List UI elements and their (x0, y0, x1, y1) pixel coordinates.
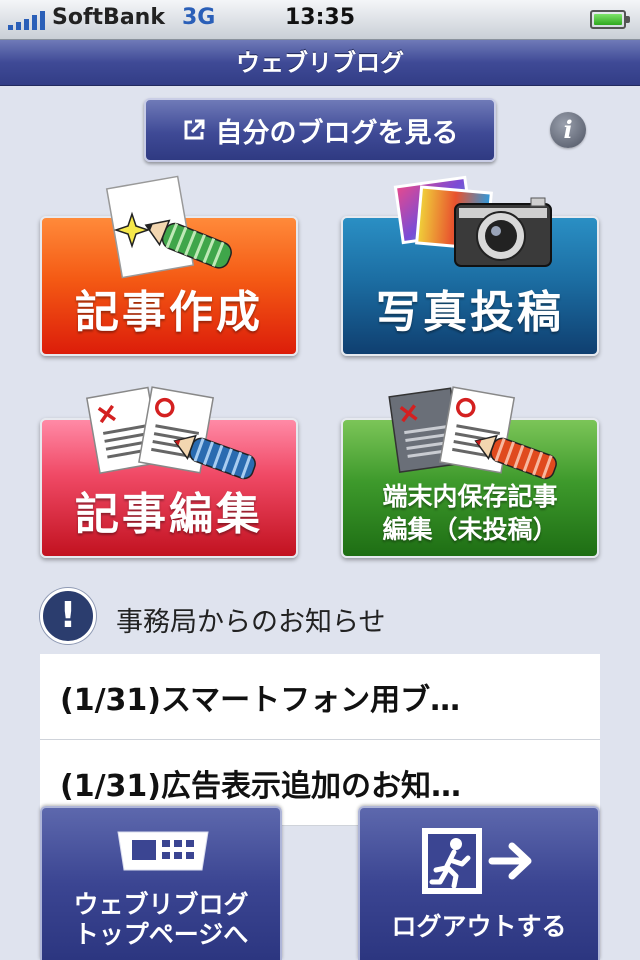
post-photo-label: 写真投稿 (376, 287, 564, 338)
notice-heading: 事務局からのお知らせ (116, 607, 386, 638)
paper-pencil-sparkle-icon (105, 175, 232, 279)
exit-door-icon (422, 828, 532, 894)
notice-header: ! 事務局からのお知らせ (40, 588, 600, 644)
blog-top-page-label: ウェブリブログ トップページへ (42, 890, 280, 950)
info-icon[interactable]: i (550, 112, 586, 148)
exclamation-icon: ! (40, 588, 96, 644)
view-my-blog-label: 自分のブログを見る (215, 117, 459, 149)
view-my-blog-button[interactable]: 自分のブログを見る (144, 98, 496, 162)
logout-label: ログアウトする (391, 912, 567, 941)
keyboard-device-icon (117, 831, 209, 871)
notice-item[interactable]: (1/31)スマートフォン用ブ… (40, 654, 600, 740)
create-article-button[interactable]: 記事作成 (40, 175, 298, 356)
logout-button[interactable]: ログアウトする (358, 806, 600, 960)
blog-top-page-label-line1: ウェブリブログ (73, 890, 249, 919)
edit-article-button[interactable]: 記事編集 (40, 386, 298, 558)
notice-item-text: (1/31)広告表示追加のお知… (60, 768, 462, 804)
external-link-icon (184, 119, 204, 140)
edit-saved-drafts-button[interactable]: 端末内保存記事 編集（未投稿） (341, 386, 599, 558)
saved-papers-pencil-icon (388, 386, 557, 480)
page-title: ウェブリブログ (236, 49, 404, 77)
status-time: 13:35 (284, 5, 356, 30)
camera-photos-icon (393, 175, 552, 267)
papers-pencil-edit-icon (86, 386, 256, 480)
edit-saved-drafts-label: 端末内保存記事 編集（未投稿） (343, 480, 597, 546)
app-header: ウェブリブログ (0, 40, 640, 86)
blog-top-page-button[interactable]: ウェブリブログ トップページへ (40, 806, 282, 960)
post-photo-button[interactable]: 写真投稿 (341, 175, 599, 356)
blog-top-page-label-line2: トップページへ (73, 920, 249, 949)
status-bar: SoftBank 3G 13:35 (0, 0, 640, 40)
create-article-label: 記事作成 (75, 287, 263, 338)
edit-saved-drafts-label-line1: 端末内保存記事 (382, 482, 558, 511)
edit-saved-drafts-label-line2: 編集（未投稿） (382, 515, 558, 544)
notice-list: (1/31)スマートフォン用ブ… (1/31)広告表示追加のお知… (40, 654, 600, 826)
notice-item-text: (1/31)スマートフォン用ブ… (60, 682, 461, 718)
battery-icon (590, 10, 630, 29)
edit-article-label: 記事編集 (75, 489, 263, 540)
